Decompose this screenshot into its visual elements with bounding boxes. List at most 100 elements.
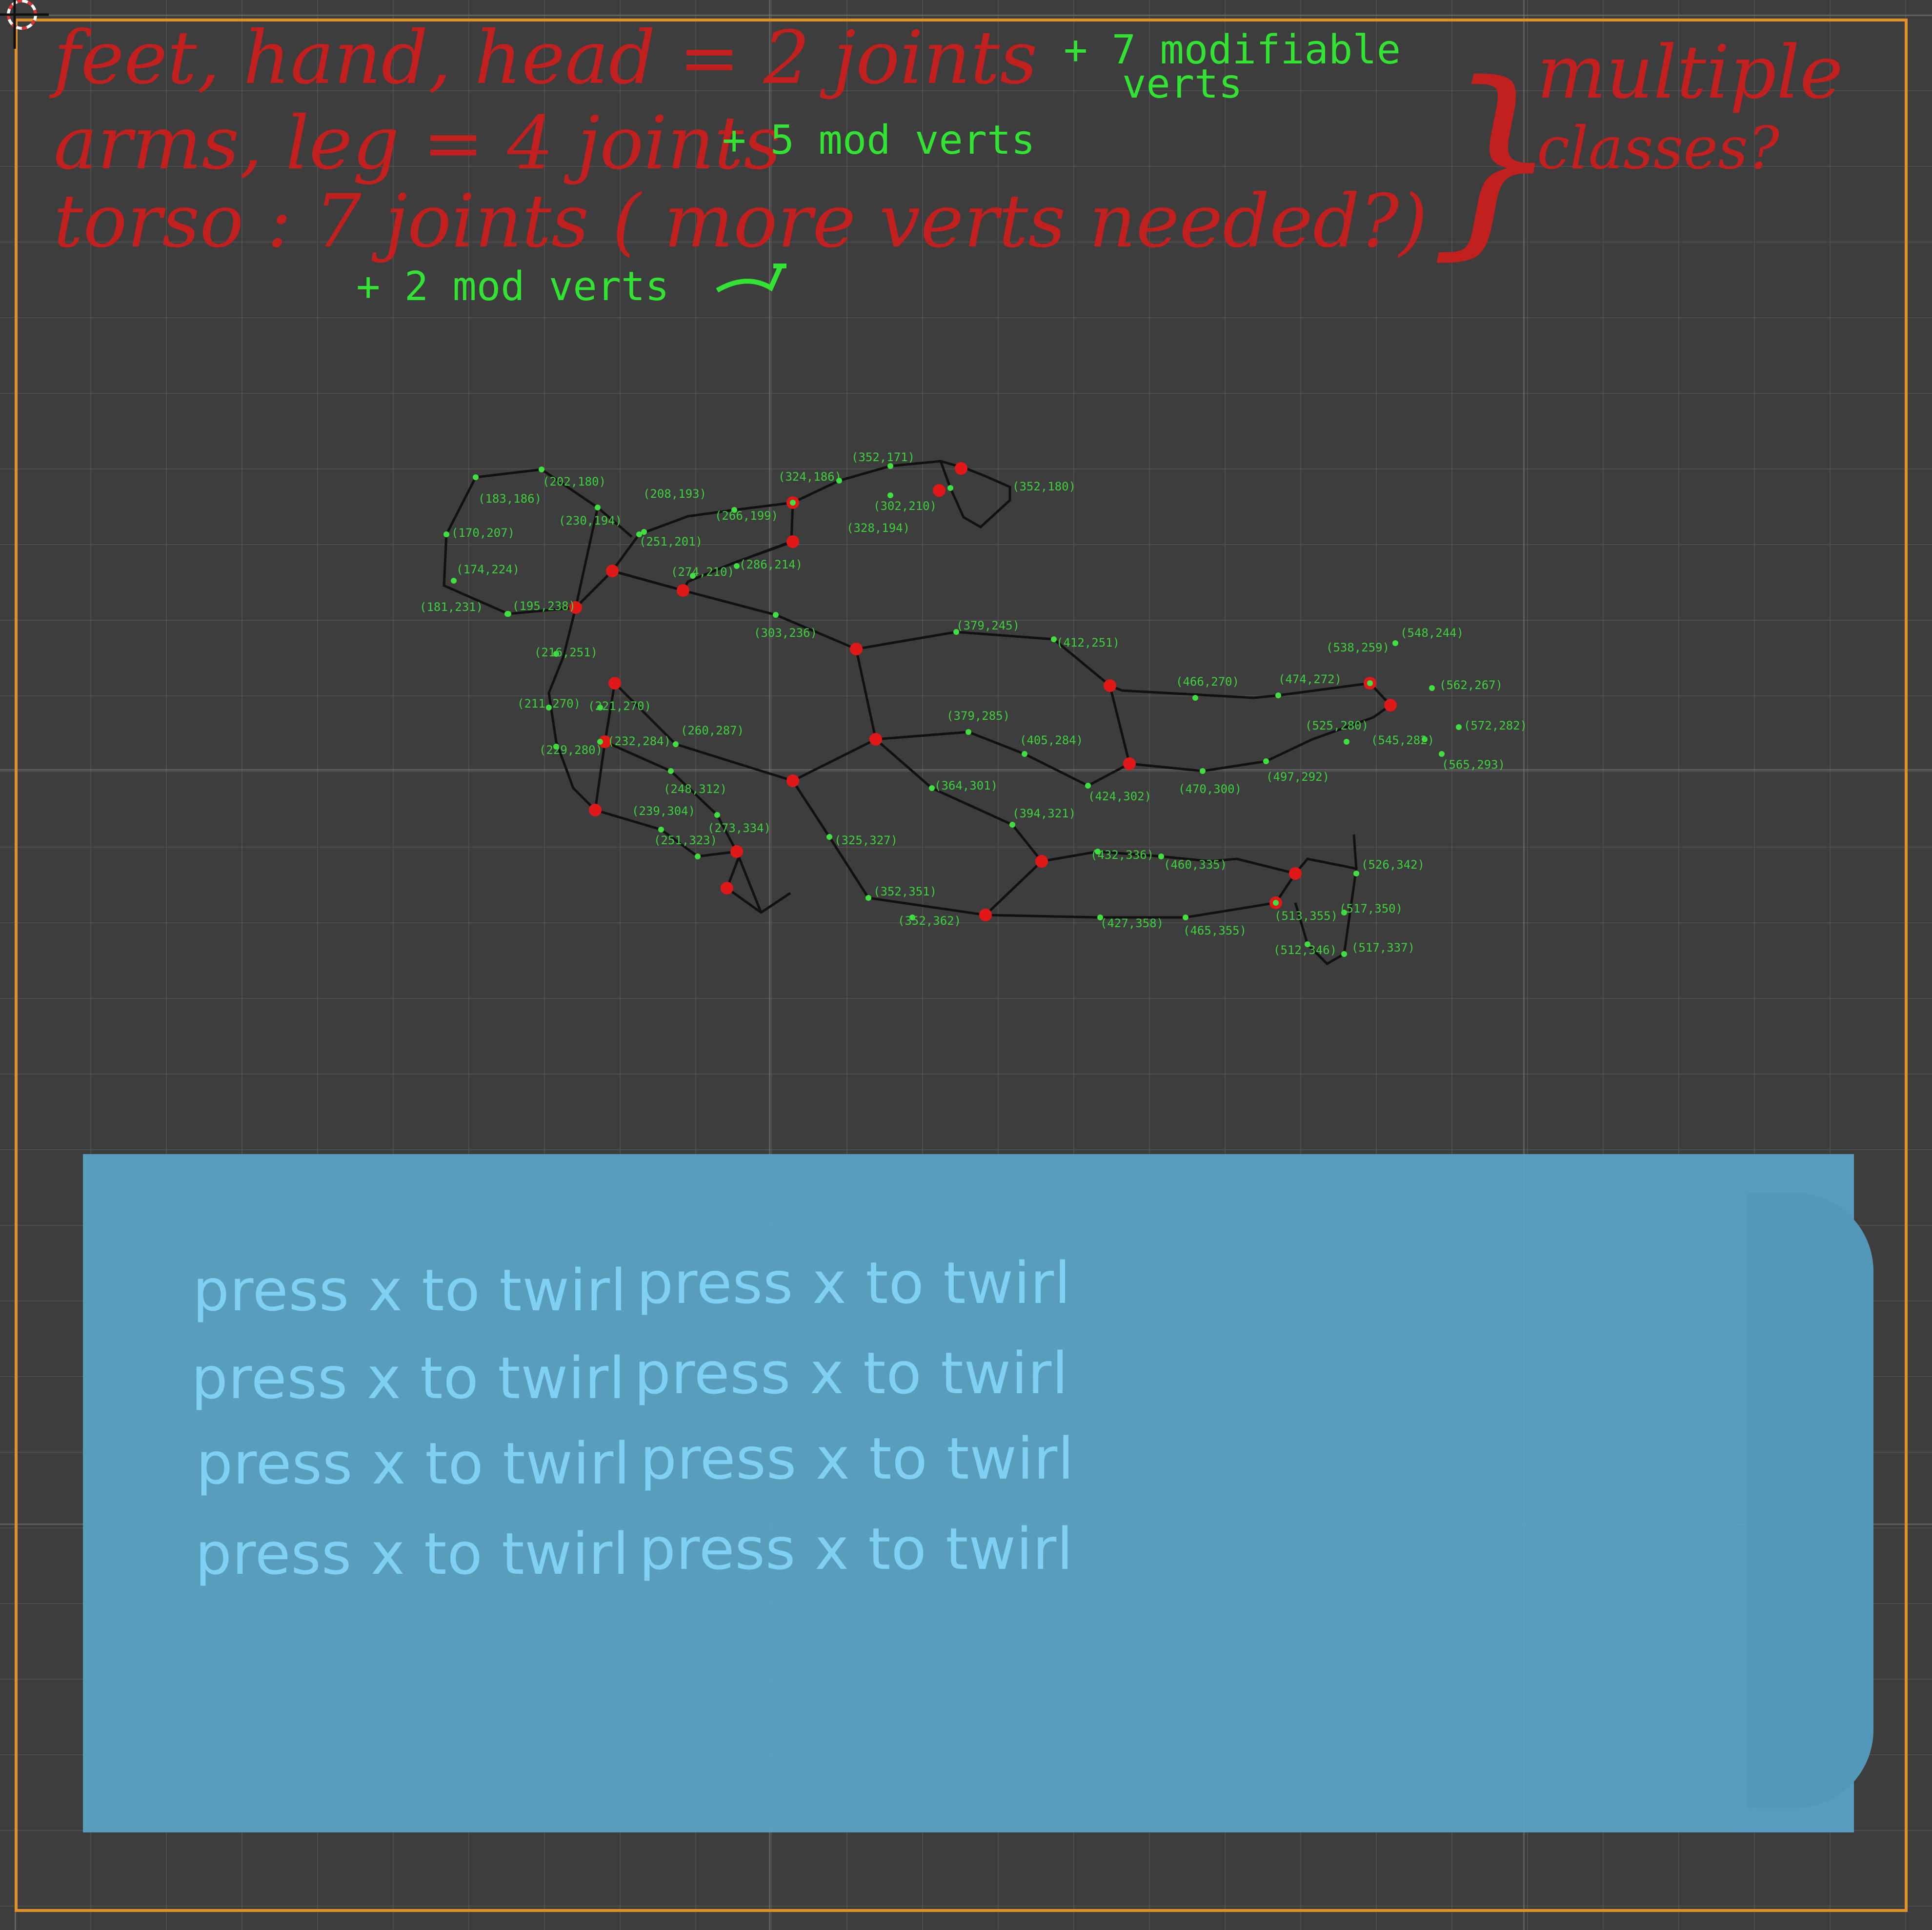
vertex-coordinate-label: (174,224) (456, 563, 520, 576)
vertex-coordinate-label: (525,280) (1305, 719, 1368, 732)
vertex-coordinate-label: (474,272) (1278, 672, 1342, 686)
rig-vertex[interactable] (1009, 822, 1015, 828)
rig-vertex[interactable] (658, 827, 664, 833)
rig-joint[interactable] (1384, 699, 1397, 711)
vertex-coordinate-label: (216,251) (534, 646, 598, 659)
rig-joint[interactable] (955, 462, 967, 475)
twirl-text-5: press x to twirl (196, 1430, 631, 1497)
vertex-coordinate-label: (412,251) (1056, 636, 1120, 650)
vertex-coordinate-label: (460,335) (1164, 858, 1227, 872)
rig-vertex[interactable] (1022, 751, 1027, 757)
rig-vertex[interactable] (826, 834, 832, 840)
rig-vertex[interactable] (714, 812, 720, 818)
rig-vertex[interactable] (641, 529, 647, 535)
rig-vertex[interactable] (1273, 900, 1279, 906)
rig-vertex[interactable] (865, 895, 871, 901)
rig-joint[interactable] (608, 677, 621, 690)
rig-vertex[interactable] (673, 741, 679, 747)
twirl-text-1: press x to twirl (193, 1257, 627, 1324)
rig-vertex[interactable] (1192, 695, 1198, 701)
vertex-coordinate-label: (565,293) (1442, 758, 1505, 772)
rig-vertex[interactable] (1392, 640, 1398, 646)
rig-vertex[interactable] (966, 729, 971, 735)
vertex-coordinate-label: (183,186) (478, 492, 542, 506)
rig-joint[interactable] (786, 535, 799, 548)
rig-vertex[interactable] (1456, 724, 1462, 730)
rig-vertex[interactable] (1085, 783, 1091, 789)
twirl-text-2: press x to twirl (637, 1249, 1071, 1317)
rig-vertex[interactable] (1200, 768, 1206, 774)
rig-joint[interactable] (730, 845, 743, 858)
vertex-coordinate-label: (170,207) (451, 526, 515, 540)
vertex-coordinate-label: (432,336) (1090, 848, 1154, 862)
rig-vertex[interactable] (451, 578, 457, 584)
vertex-coordinate-label: (273,334) (707, 821, 771, 835)
rig-vertex[interactable] (836, 478, 842, 484)
rig-vertex[interactable] (1263, 758, 1269, 764)
rig-vertex[interactable] (1344, 739, 1349, 745)
rig-vertex[interactable] (1367, 680, 1373, 686)
rig-vertex[interactable] (597, 739, 603, 745)
vertex-coordinate-label: (466,270) (1176, 675, 1239, 689)
rig-vertex[interactable] (539, 467, 544, 472)
twirl-text-7: press x to twirl (195, 1520, 630, 1587)
twirl-text-6: press x to twirl (640, 1425, 1075, 1492)
vertex-coordinate-label: (286,214) (739, 558, 803, 571)
rig-joint[interactable] (786, 774, 799, 787)
rig-vertex[interactable] (1439, 751, 1445, 757)
rig-vertex[interactable] (668, 768, 674, 774)
vertex-coordinate-label: (379,285) (946, 709, 1010, 723)
rig-vertex[interactable] (1429, 685, 1435, 691)
rig-joint[interactable] (606, 565, 619, 577)
vertex-coordinate-label: (572,282) (1464, 719, 1527, 732)
rig-vertex[interactable] (1353, 871, 1359, 876)
vertex-coordinate-label: (512,346) (1273, 943, 1337, 957)
rig-joint[interactable] (869, 733, 882, 746)
rig-joint[interactable] (850, 643, 863, 655)
vertex-coordinate-label: (302,210) (873, 499, 937, 513)
rig-joint[interactable] (677, 584, 689, 597)
vertex-coordinate-label: (328,194) (846, 521, 910, 535)
rig-joint[interactable] (1123, 757, 1136, 770)
rig-edge (1352, 834, 1358, 869)
rig-vertex[interactable] (695, 853, 701, 859)
viewport-canvas[interactable]: feet, hand, head = 2 joints + 7 modifiab… (0, 0, 1932, 1930)
rig-vertex[interactable] (1341, 951, 1347, 957)
vertex-coordinate-label: (195,238) (512, 599, 576, 613)
vertex-coordinate-label: (230,194) (559, 514, 622, 528)
vertex-coordinate-label: (229,280) (539, 743, 603, 757)
vertex-coordinate-label: (208,193) (643, 487, 706, 501)
vertex-coordinate-label: (352,171) (851, 450, 915, 464)
overlay-edge (1747, 1193, 1873, 1808)
vertex-coordinate-label: (497,292) (1266, 770, 1329, 784)
vertex-coordinate-label: (545,282) (1371, 733, 1434, 747)
rig-joint[interactable] (933, 484, 946, 497)
vertex-coordinate-label: (303,236) (754, 626, 817, 640)
rig-vertex[interactable] (1183, 914, 1188, 920)
rig-vertex[interactable] (504, 611, 510, 617)
rig-joint[interactable] (589, 804, 602, 816)
rig-joint[interactable] (1289, 867, 1302, 880)
rig-vertex[interactable] (473, 474, 479, 480)
vertex-coordinate-label: (548,244) (1400, 626, 1464, 640)
vertex-coordinate-label: (211,270) (517, 697, 581, 711)
rig-vertex[interactable] (595, 505, 601, 510)
rig-joint[interactable] (979, 909, 992, 921)
rig-joint[interactable] (1104, 679, 1116, 692)
rig-edge (612, 569, 857, 650)
vertex-coordinate-label: (513,355) (1274, 909, 1338, 923)
rig-joint[interactable] (1035, 855, 1048, 868)
rig-vertex[interactable] (947, 485, 953, 491)
vertex-coordinate-label: (465,355) (1183, 924, 1247, 937)
vertex-coordinate-label: (239,304) (632, 804, 695, 818)
rig-vertex[interactable] (1275, 692, 1281, 698)
rig-vertex[interactable] (773, 612, 779, 618)
rig-vertex[interactable] (443, 531, 449, 537)
rig-edge (443, 468, 599, 615)
rig-joint[interactable] (721, 882, 733, 894)
rig-vertex[interactable] (790, 500, 796, 506)
twirl-text-4: press x to twirl (634, 1340, 1069, 1407)
vertex-coordinate-label: (352,180) (1012, 480, 1076, 493)
rig-vertex[interactable] (887, 492, 893, 498)
rig-edge (856, 630, 1392, 772)
